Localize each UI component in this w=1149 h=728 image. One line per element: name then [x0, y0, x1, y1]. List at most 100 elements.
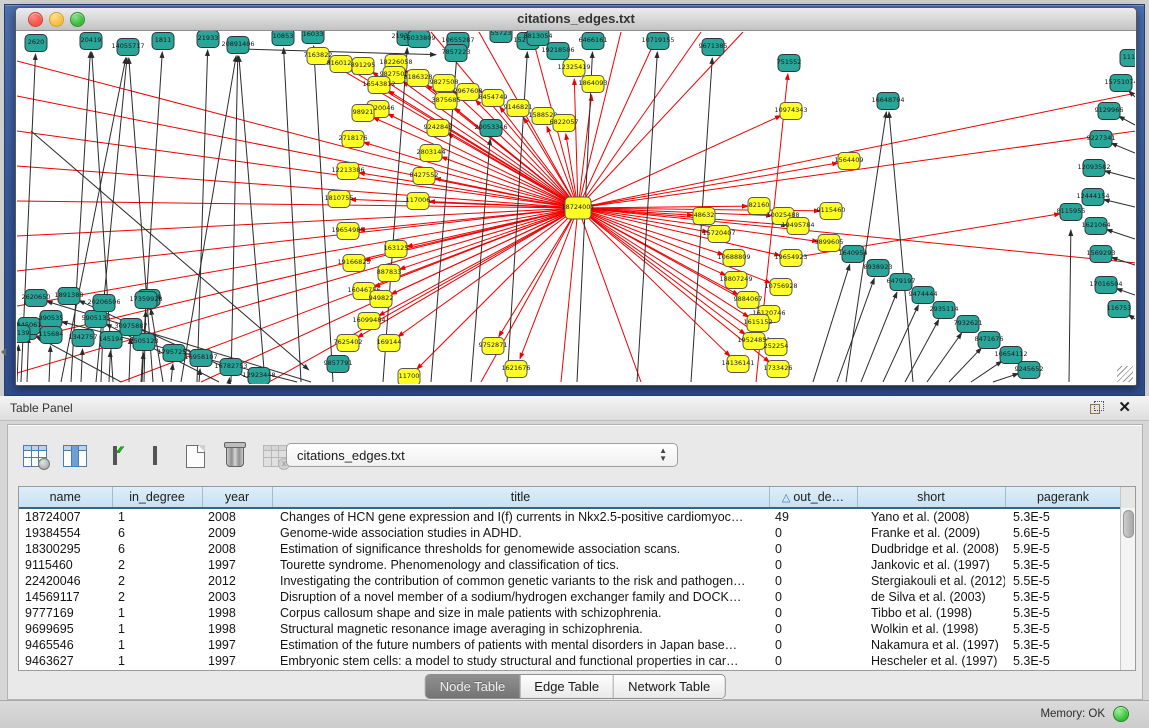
graph-node-label: 891295	[351, 61, 376, 69]
table-selector-dropdown[interactable]: citations_edges.txt ▲▼	[286, 443, 678, 467]
node-table: namein_degreeyeartitle△out_de…shortpager…	[18, 486, 1136, 671]
graph-node-label: 9827508	[430, 78, 459, 86]
graph-node-label: 9242848	[424, 123, 453, 131]
graph-node-label: 19166825	[337, 258, 370, 266]
red-edge	[578, 32, 621, 208]
table-row[interactable]: 1872400712008Changes of HCN gene express…	[19, 508, 1121, 525]
black-edge	[993, 373, 1019, 382]
black-edge	[197, 50, 208, 382]
create-column-icon[interactable]	[182, 443, 208, 469]
cell-name: 9777169	[19, 605, 112, 621]
black-edge	[284, 48, 301, 382]
table-row[interactable]: 1830029562008Estimation of significance …	[19, 541, 1121, 557]
network-graph-canvas[interactable]: 2620204191405571718112193320891406108531…	[17, 31, 1135, 384]
column-header-pagerank[interactable]: pagerank	[1005, 487, 1121, 508]
hide-selected-columns-icon[interactable]	[142, 443, 168, 469]
cell-indeg: 1	[112, 637, 202, 653]
graph-node-label: 12325419	[557, 63, 590, 71]
graph-node-label: 2620	[28, 38, 45, 46]
graph-node-label: 9474444	[909, 290, 938, 298]
graph-node-label: 5905135	[82, 314, 111, 322]
column-header-year[interactable]: year	[202, 487, 272, 508]
graph-node-label: 9884067	[734, 295, 763, 303]
table-row[interactable]: 1938455462009Genome-wide association stu…	[19, 525, 1121, 541]
cell-title: Changes of HCN gene expression and I(f) …	[272, 508, 769, 525]
graph-node-label: 2505123	[130, 337, 159, 345]
close-panel-icon[interactable]: ✕	[1118, 398, 1131, 416]
graph-node-label: 55723	[491, 31, 512, 37]
graph-node-label: 7932621	[954, 319, 983, 327]
column-header-out_de[interactable]: △out_de…	[769, 487, 857, 508]
graph-node-label: 6479197	[887, 277, 916, 285]
cell-name: 9699695	[19, 621, 112, 637]
network-window-title: citations_edges.txt	[16, 11, 1136, 26]
graph-node-label: 17359928	[129, 295, 162, 303]
tab-node-table[interactable]: Node Table	[426, 675, 521, 698]
column-header-in_degree[interactable]: in_degree	[112, 487, 202, 508]
memory-status-label: Memory: OK	[1040, 708, 1105, 720]
table-row[interactable]: 911546021997Tourette syndrome. Phenomeno…	[19, 557, 1121, 573]
black-edge	[239, 56, 265, 382]
graph-node-label: 18724007	[561, 203, 594, 211]
table-vertical-scrollbar[interactable]	[1120, 508, 1135, 670]
cell-title: Estimation of the future numbers of pati…	[272, 637, 769, 653]
select-columns-icon[interactable]	[62, 443, 88, 469]
delete-column-icon[interactable]	[222, 443, 248, 469]
tab-network-table[interactable]: Network Table	[614, 675, 724, 698]
graph-node-label: 10654112	[994, 350, 1027, 358]
graph-node-label: 10853	[273, 32, 294, 40]
table-row[interactable]: 977716911998Corpus callosum shape and si…	[19, 605, 1121, 621]
table-row[interactable]: 969969511998Structural magnetic resonanc…	[19, 621, 1121, 637]
graph-node-label: 21933	[198, 34, 219, 42]
cell-year: 2003	[202, 589, 272, 605]
red-edge	[578, 32, 701, 208]
graph-node-label: 3875685	[432, 96, 461, 104]
graph-node-label: 1640954	[839, 249, 868, 257]
graph-node-label: 145194	[99, 335, 124, 343]
table-row[interactable]: 946362711997Embryonic stem cells: a mode…	[19, 653, 1121, 669]
cell-out: 0	[769, 557, 857, 573]
graph-node-label: 16782753	[214, 362, 247, 370]
column-header-short[interactable]: short	[857, 487, 1005, 508]
graph-node-label: 8813054	[524, 32, 553, 40]
splitter-collapse-arrow[interactable]	[1, 348, 6, 356]
column-header-name[interactable]: name	[19, 487, 112, 508]
graph-node-label: 16543812	[362, 80, 395, 88]
black-edge	[229, 378, 230, 382]
red-edge	[17, 208, 578, 271]
graph-node-label: 9146821	[504, 103, 533, 111]
scrollbar-thumb[interactable]	[1123, 510, 1134, 538]
memory-status-led[interactable]	[1113, 706, 1129, 722]
tab-edge-table[interactable]: Edge Table	[520, 675, 614, 698]
cell-pagerank: 5.5E-5	[1005, 573, 1121, 589]
cell-out: 0	[769, 605, 857, 621]
cell-short: Hescheler et al. (1997)	[857, 653, 1005, 669]
graph-node-label: 10655287	[441, 36, 474, 44]
graph-node-label: 11700	[399, 372, 420, 380]
cell-name: 19384554	[19, 525, 112, 541]
table-settings-icon[interactable]	[22, 443, 48, 469]
table-panel-title: Table Panel	[10, 401, 73, 415]
cell-indeg: 2	[112, 589, 202, 605]
table-row[interactable]: 2242004622012Investigating the contribut…	[19, 573, 1121, 589]
show-all-columns-icon[interactable]	[102, 443, 128, 469]
window-resize-grip[interactable]	[1117, 366, 1133, 382]
red-edge	[578, 208, 641, 382]
delete-table-icon[interactable]: x	[262, 443, 288, 469]
cell-title: Structural magnetic resonance image aver…	[272, 621, 769, 637]
graph-node-label: 9752871	[479, 341, 508, 349]
table-row[interactable]: 946554611997Estimation of the future num…	[19, 637, 1121, 653]
table-row[interactable]: 1456911722003Disruption of a novel membe…	[19, 589, 1121, 605]
graph-node-label: 16033	[303, 31, 324, 38]
cell-out: 0	[769, 541, 857, 557]
graph-node-label: 117006	[406, 196, 431, 204]
black-edge	[17, 345, 19, 382]
graph-node-label: 1569293	[1087, 249, 1116, 257]
float-panel-icon[interactable]	[1090, 401, 1103, 414]
network-window-titlebar[interactable]: citations_edges.txt	[16, 8, 1136, 31]
cell-out: 0	[769, 589, 857, 605]
black-edge	[231, 56, 238, 382]
black-edge	[383, 48, 407, 382]
column-header-title[interactable]: title	[272, 487, 769, 508]
graph-node-label: 7163822	[304, 51, 333, 59]
